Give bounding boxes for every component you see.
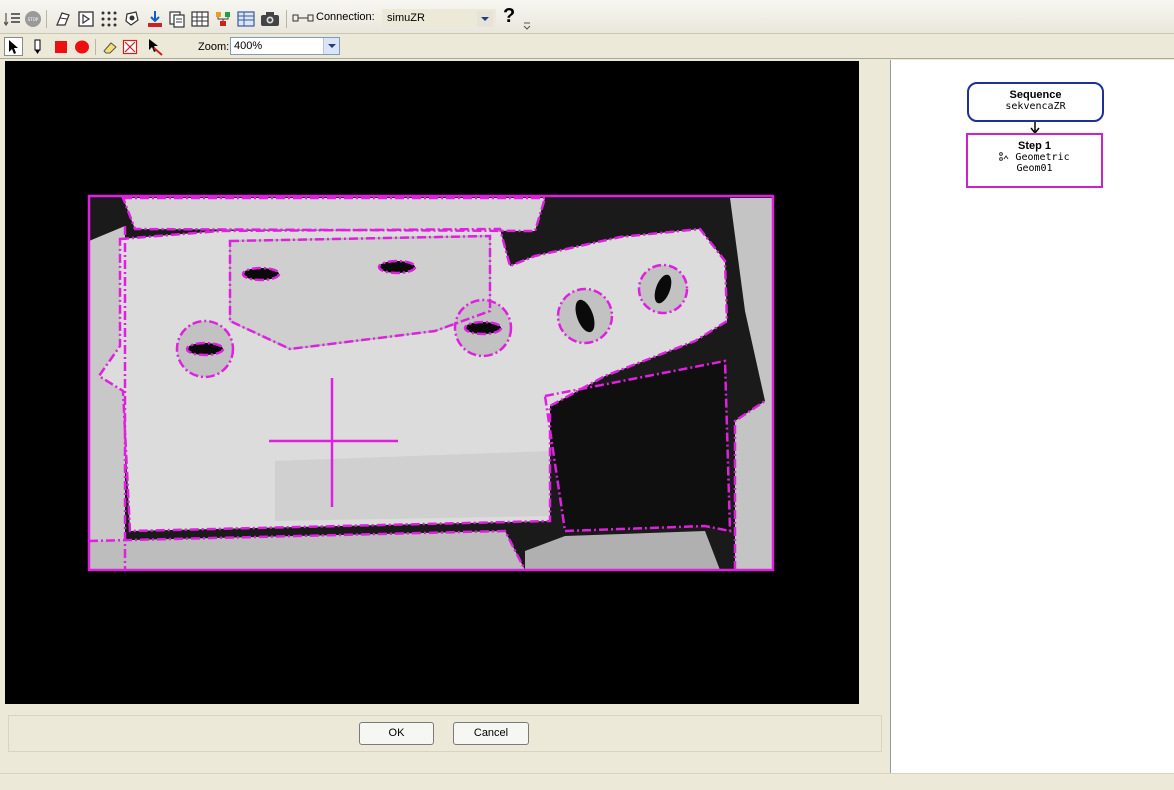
connection-icon: [292, 14, 314, 22]
connection-label: Connection:: [316, 11, 375, 23]
connection-select[interactable]: simuZR: [382, 9, 496, 27]
ok-button[interactable]: OK: [359, 722, 434, 745]
main-toolbar: STOP Connection: simuZR ?: [0, 0, 1174, 34]
captured-part-image: [89, 196, 773, 570]
dialog-buttons-panel: OK Cancel: [8, 715, 882, 752]
pointer-tool-button[interactable]: [4, 37, 23, 56]
tree-icon[interactable]: [214, 10, 232, 28]
table-icon[interactable]: [237, 10, 255, 28]
sequence-title: Sequence: [1009, 89, 1062, 101]
pointer-icon: [9, 40, 18, 54]
tool-a-icon[interactable]: [54, 10, 72, 28]
toolbar-overflow-icon[interactable]: [523, 20, 531, 30]
geometric-icon: [999, 152, 1009, 161]
step-type: Geometric: [1015, 152, 1070, 163]
grid-icon[interactable]: [191, 10, 209, 28]
eraser-icon[interactable]: [102, 40, 118, 54]
step-type-row: Geometric: [968, 152, 1101, 163]
zoom-value: 400%: [234, 40, 263, 52]
dots-grid-icon[interactable]: [100, 10, 118, 28]
step-name: Geom01: [1016, 163, 1053, 174]
sequence-node[interactable]: Sequence sekvencaZR: [967, 82, 1104, 122]
camera-a-icon[interactable]: [123, 10, 141, 28]
red-square-icon[interactable]: [54, 40, 68, 54]
zoom-select[interactable]: 400%: [230, 37, 340, 55]
drawing-toolbar: Zoom: 400%: [0, 35, 1174, 59]
download-icon[interactable]: [146, 10, 164, 28]
sequence-name: sekvencaZR: [1005, 101, 1066, 112]
zoom-label: Zoom:: [198, 41, 230, 53]
pen-icon[interactable]: [30, 39, 46, 55]
stop-icon[interactable]: STOP: [24, 10, 42, 28]
crossed-box-icon[interactable]: [122, 39, 138, 55]
step-title: Step 1: [1017, 140, 1051, 152]
chevron-down-icon[interactable]: [477, 11, 493, 27]
svg-text:STOP: STOP: [28, 17, 39, 22]
chevron-down-icon[interactable]: [323, 38, 339, 54]
copy-icon[interactable]: [168, 10, 186, 28]
status-bar: [0, 773, 1174, 790]
red-circle-icon[interactable]: [74, 39, 90, 55]
camera-icon[interactable]: [260, 10, 280, 28]
camera-image: [87, 194, 775, 572]
red-pointer-icon[interactable]: [146, 38, 164, 56]
image-viewer[interactable]: [5, 61, 859, 704]
cancel-button[interactable]: Cancel: [453, 722, 529, 745]
run-icon[interactable]: [77, 10, 95, 28]
step-list-icon[interactable]: [4, 11, 22, 27]
step-node[interactable]: Step 1 Geometric Geom01: [966, 133, 1103, 188]
help-button[interactable]: ?: [503, 5, 515, 28]
separator: [95, 39, 96, 55]
separator: [46, 10, 47, 28]
sequence-panel: Sequence sekvencaZR Step 1 Geometric Geo…: [890, 60, 1174, 773]
connection-value: simuZR: [387, 12, 425, 24]
separator: [286, 10, 287, 28]
